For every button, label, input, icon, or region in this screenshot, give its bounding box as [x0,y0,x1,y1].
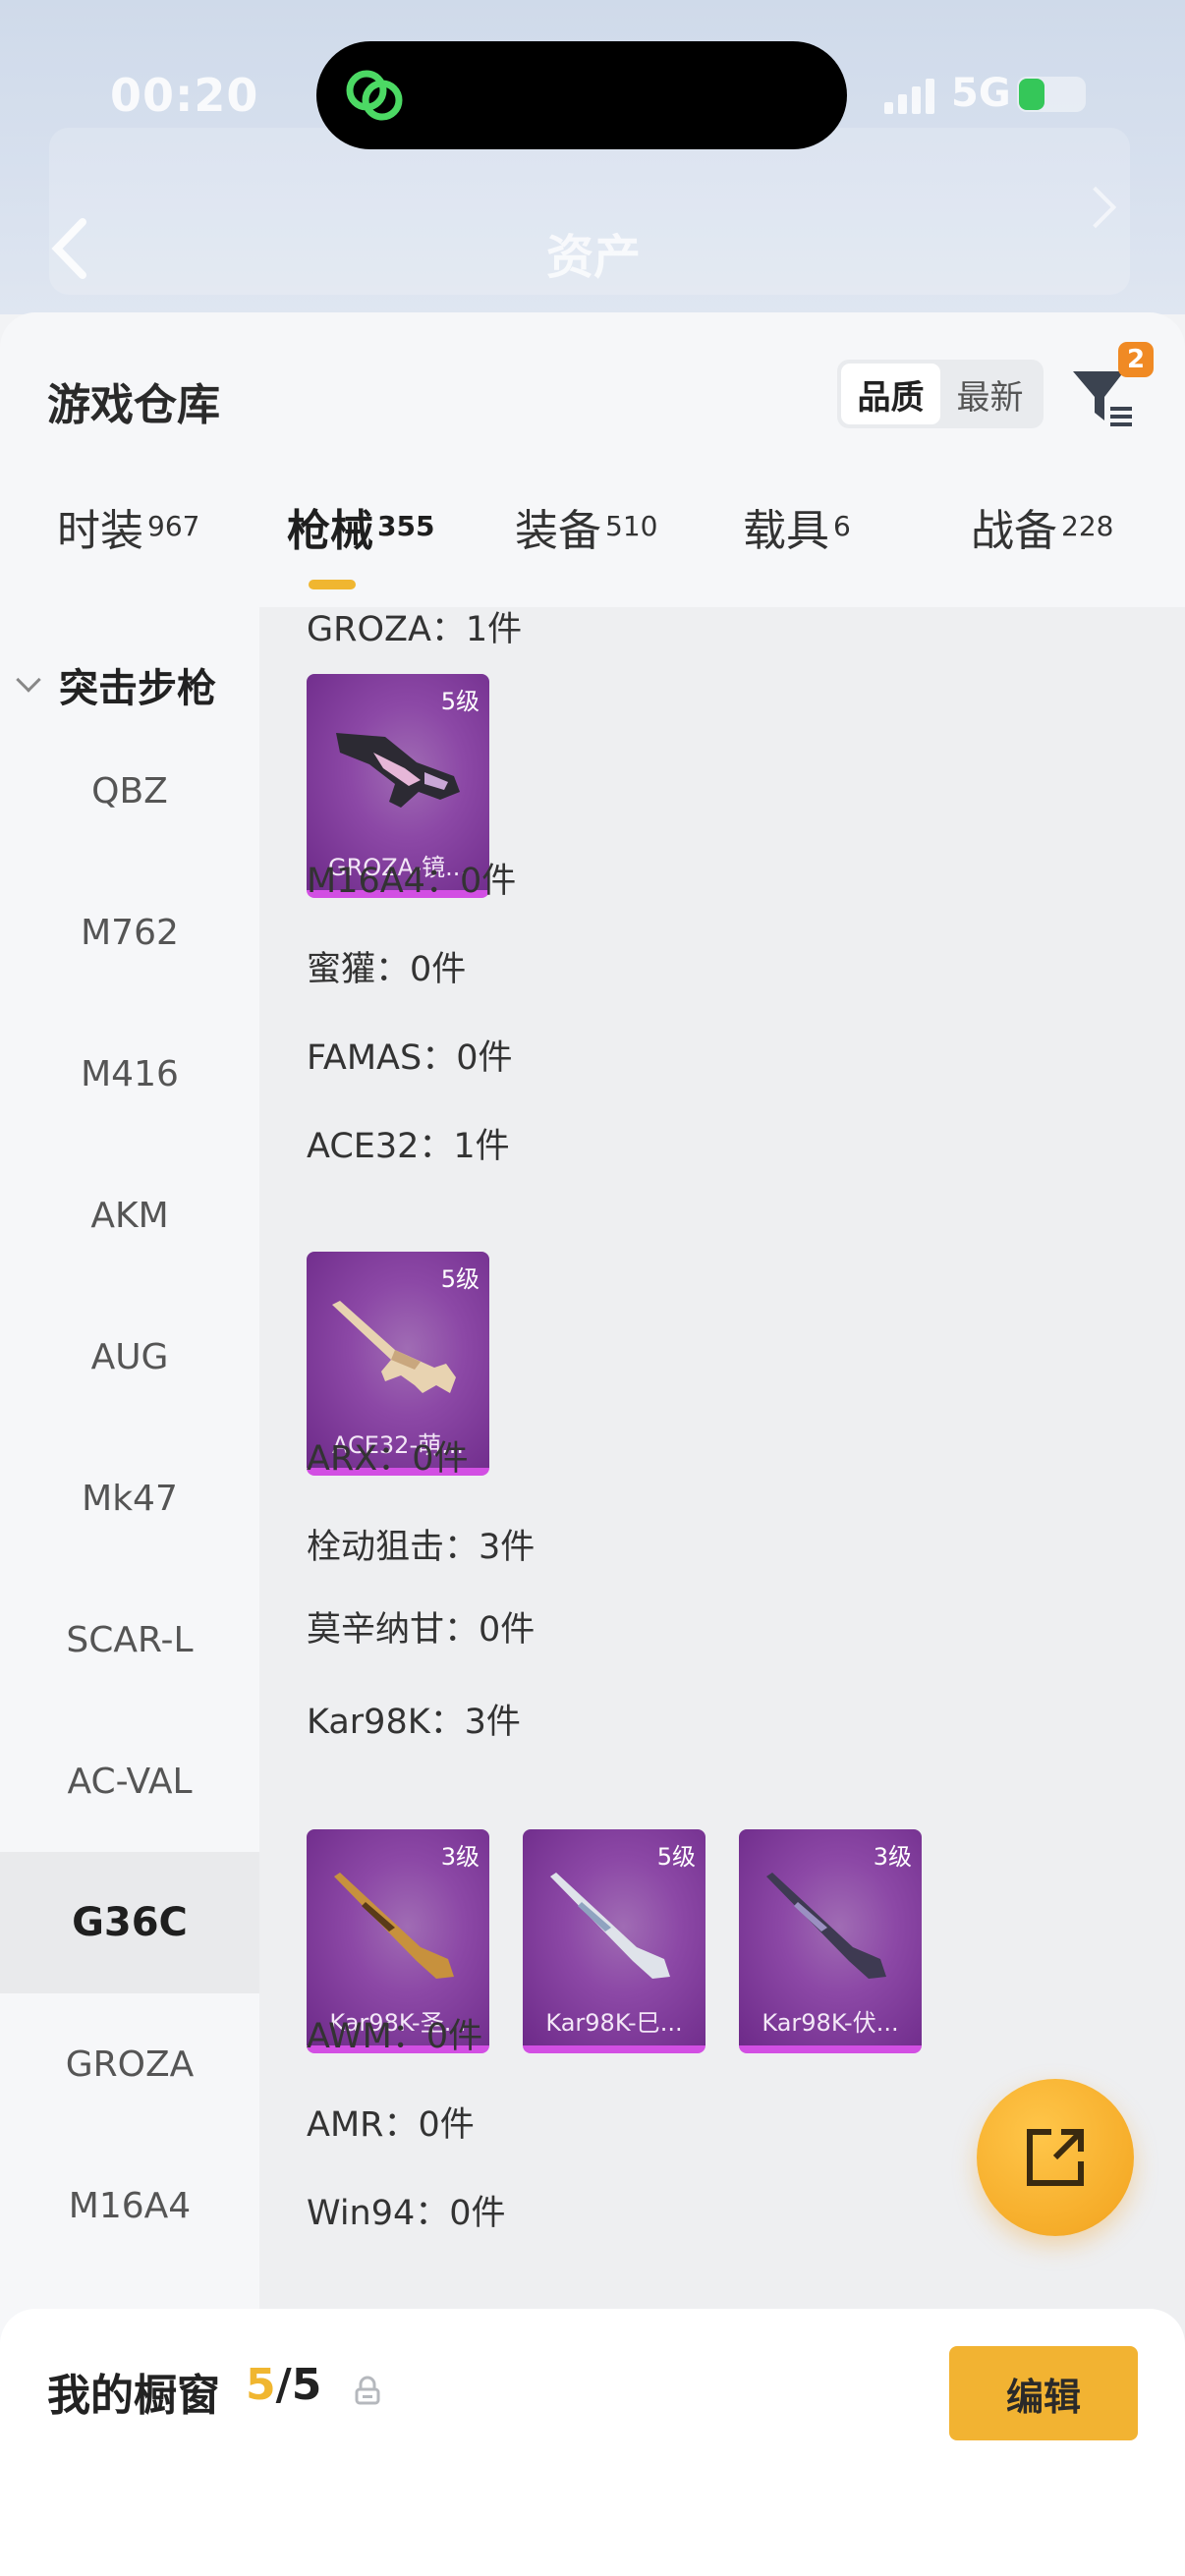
dynamic-island [316,41,847,149]
sidebar-item-groza[interactable]: GROZA [0,1993,259,2135]
external-link-icon [1027,2129,1084,2186]
top-header: 00:20 5G 资产 [0,0,1185,314]
showcase-bar: 我的橱窗 5/5 编辑 [0,2309,1185,2576]
filter-count-badge: 2 [1118,342,1154,377]
network-type: 5G [951,71,1011,116]
lock-icon [355,2376,380,2405]
weapon-row-label: M16A4：0件 [307,862,517,901]
tab-label: 装备 [515,506,601,556]
weapon-row-label: GROZA：1件 [307,610,523,649]
weapon-row-label: FAMAS：0件 [307,1038,513,1078]
weapon-row-label: Kar98K：3件 [307,1703,521,1742]
category-title: 突击步枪 [59,666,216,711]
chevron-down-icon [16,667,41,693]
back-icon[interactable] [45,214,94,283]
sidebar-item-ac-val[interactable]: AC-VAL [0,1710,259,1852]
skin-name: Kar98K-巳... [545,2009,683,2037]
weapon-category-list: 突击步枪 QBZ M762 M416 AKM AUG Mk47 SCAR-L A… [0,607,259,2385]
gun-ace32-image [332,1301,456,1393]
share-button[interactable] [977,2079,1134,2236]
page-title: 资产 [546,230,642,285]
gun-groza-image [336,733,460,808]
tab-label: 时装 [57,506,143,556]
sort-newest-button[interactable]: 最新 [940,364,1040,424]
tab-label: 枪械 [287,506,373,556]
edit-button[interactable]: 编辑 [949,2346,1138,2440]
gun-kar98k-image [766,1873,886,1979]
weapon-row-label: Win94：0件 [307,2194,506,2233]
category-header[interactable]: 突击步枪 [16,656,216,713]
sidebar-item-qbz[interactable]: QBZ [0,720,259,862]
tab-firearms[interactable]: 枪械 355 [287,495,434,558]
battery-icon [1017,77,1086,112]
sort-toggle: 品质 最新 [837,360,1044,428]
weapon-row-label: ARX：0件 [307,1439,469,1479]
skin-card[interactable]: 5级 Kar98K-巳... [523,1829,705,2053]
showcase-total: /5 [275,2360,322,2410]
sidebar-item-m762[interactable]: M762 [0,862,259,1003]
tab-count: 967 [147,510,200,543]
weapon-row-label: AWM：0件 [307,2017,483,2056]
signal-icon [884,79,934,114]
weapon-row-label: 栓动狙击：3件 [307,1528,536,1567]
tab-supplies[interactable]: 战备 228 [971,495,1113,558]
tab-count: 228 [1061,510,1114,543]
sidebar-item-g36c[interactable]: G36C [0,1852,259,1993]
tab-label: 战备 [971,506,1057,556]
weapon-row-label: 莫辛纳甘：0件 [307,1610,536,1650]
status-time: 00:20 [110,69,259,122]
sidebar-item-aug[interactable]: AUG [0,1286,259,1428]
grade-badge: 5级 [440,688,480,715]
tab-count: 355 [377,510,435,543]
active-tab-indicator [309,580,356,589]
tab-vehicles[interactable]: 载具 6 [743,495,851,558]
app-link-icon [346,70,403,121]
grade-badge: 5级 [440,1265,480,1293]
warehouse-sheet: 游戏仓库 品质 最新 2 时装 967 枪械 355 装备 510 载具 6 战备 228… [0,312,1185,2576]
sidebar-item-mk47[interactable]: Mk47 [0,1428,259,1569]
tab-count: 510 [605,510,658,543]
warehouse-title: 游戏仓库 [47,380,220,430]
category-tabs: 时装 967 枪械 355 装备 510 载具 6 战备 228 [0,495,1185,603]
grade-badge: 3级 [873,1843,912,1871]
sidebar-item-scar-l[interactable]: SCAR-L [0,1569,259,1710]
grade-badge: 3级 [440,1843,480,1871]
skin-name: Kar98K-伏... [762,2009,899,2037]
tab-count: 6 [833,510,851,543]
tab-label: 载具 [743,506,829,556]
showcase-label: 我的橱窗 [47,2371,220,2421]
sidebar-item-m416[interactable]: M416 [0,1003,259,1145]
gun-kar98k-image [550,1873,670,1979]
gun-kar98k-image [334,1873,454,1979]
sidebar-item-m16a4[interactable]: M16A4 [0,2135,259,2276]
tab-equipment[interactable]: 装备 510 [515,495,657,558]
sidebar-item-akm[interactable]: AKM [0,1145,259,1286]
skin-card[interactable]: 3级 Kar98K-伏... [739,1829,922,2053]
showcase-current: 5 [246,2360,276,2410]
showcase-count: 5/5 [246,2360,321,2410]
tab-fashion[interactable]: 时装 967 [57,495,199,558]
weapon-row-label: 蜜獾：0件 [307,950,467,989]
sort-quality-button[interactable]: 品质 [841,364,940,424]
grade-badge: 5级 [656,1843,696,1871]
weapon-row-label: AMR：0件 [307,2105,475,2145]
weapon-row-label: ACE32：1件 [307,1127,510,1166]
